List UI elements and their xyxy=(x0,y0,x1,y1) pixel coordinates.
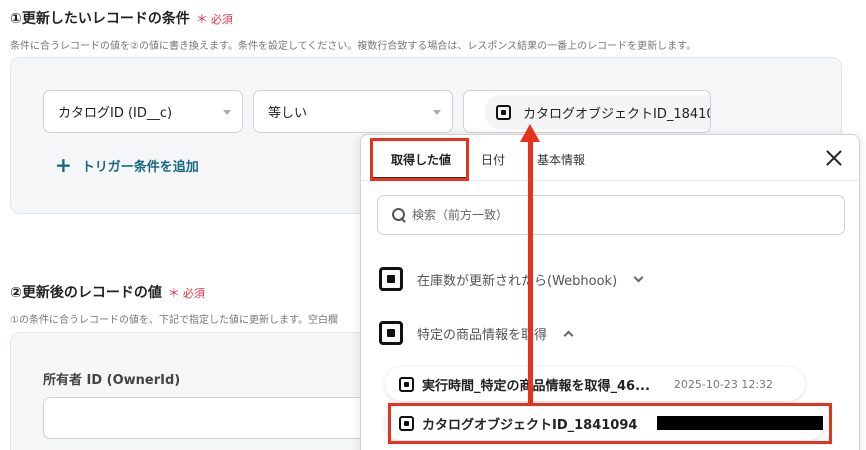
tab-date[interactable]: 日付 xyxy=(481,151,505,168)
group-product-info[interactable]: 特定の商品情報を取得 xyxy=(379,321,574,345)
value-picker-popup: 取得した値 日付 基本情報 在庫数が更新されたら(Webhook) 特定の商品情… xyxy=(360,134,860,450)
field-select-value: カタログID (ID__c) xyxy=(58,106,173,121)
tab-acquired-values[interactable]: 取得した値 xyxy=(391,151,451,168)
required-label: 必須 xyxy=(210,13,233,26)
list-item-catalog-object-id[interactable]: カタログオブジェクトID_1841094 xyxy=(385,406,825,440)
square-logo-icon xyxy=(379,321,403,345)
group-label: 在庫数が更新されたら(Webhook) xyxy=(417,273,618,289)
list-item-execution-time[interactable]: 実行時間_特定の商品情報を取得_46... 2025-10-23 12:32 xyxy=(385,367,805,401)
redacted-value xyxy=(657,416,824,430)
add-trigger-condition-button[interactable]: + トリガー条件を追加 xyxy=(55,155,199,175)
section2-description: ①の条件に合うレコードの値を、下記で指定した値に更新します。空白欄 xyxy=(10,315,338,326)
add-trigger-label: トリガー条件を追加 xyxy=(81,159,199,175)
operator-select-value: 等しい xyxy=(268,106,308,121)
item-timestamp: 2025-10-23 12:32 xyxy=(673,377,774,391)
chevron-down-icon xyxy=(433,110,441,115)
square-logo-icon xyxy=(399,376,414,392)
search-icon xyxy=(392,208,406,222)
chevron-down-icon xyxy=(223,110,231,115)
section1-description: 条件に合うレコードの値を②の値に書き換えます。条件を設定してください。複数行合致… xyxy=(10,41,697,52)
square-logo-icon xyxy=(379,267,403,291)
square-logo-icon xyxy=(496,104,511,120)
value-chip[interactable]: カタログオブジェクトID_1841094 xyxy=(484,95,711,129)
section1-title: ①更新したいレコードの条件＊必須 xyxy=(10,11,233,27)
operator-select[interactable]: 等しい xyxy=(253,90,453,133)
condition-value-field[interactable]: カタログオブジェクトID_1841094 xyxy=(463,90,711,133)
close-icon[interactable] xyxy=(823,147,845,169)
required-star: ＊ xyxy=(167,286,180,300)
tab-basic-info[interactable]: 基本情報 xyxy=(537,151,585,168)
active-tab-indicator xyxy=(371,177,467,180)
search-field[interactable] xyxy=(377,195,845,235)
owner-id-label: 所有者 ID (OwnerId) xyxy=(43,373,181,388)
section2-title: ②更新後のレコードの値＊必須 xyxy=(10,285,205,301)
chevron-down-icon xyxy=(633,272,644,282)
group-inventory-webhook[interactable]: 在庫数が更新されたら(Webhook) xyxy=(379,267,644,291)
item-label: 実行時間_特定の商品情報を取得_46... xyxy=(422,378,650,394)
popup-tabs: 取得した値 日付 基本情報 xyxy=(361,135,859,181)
required-star: ＊ xyxy=(195,12,208,26)
required-label: 必須 xyxy=(182,287,205,300)
owner-id-input[interactable] xyxy=(43,397,373,439)
square-logo-icon xyxy=(399,415,414,431)
search-input[interactable] xyxy=(412,208,812,222)
value-chip-label: カタログオブジェクトID_1841094 xyxy=(523,106,711,122)
annotation-arrow-line xyxy=(528,140,533,404)
field-select[interactable]: カタログID (ID__c) xyxy=(43,90,243,133)
chevron-up-icon xyxy=(563,330,574,340)
plus-icon: + xyxy=(55,153,72,177)
annotation-arrow-head xyxy=(520,124,540,142)
item-label: カタログオブジェクトID_1841094 xyxy=(422,417,638,433)
